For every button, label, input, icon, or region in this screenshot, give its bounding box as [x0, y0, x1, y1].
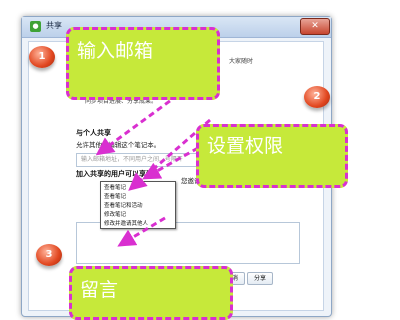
step-marker-3: 3: [36, 244, 62, 266]
arrow-email: [95, 93, 179, 156]
step-marker-2: 2: [304, 86, 330, 108]
callout-message: 留言: [69, 266, 233, 320]
callout-message-text: 留言: [80, 279, 119, 301]
callout-permission-text: 设置权限: [207, 135, 284, 157]
step-marker-1: 1: [29, 46, 55, 68]
callout-email: 输入邮箱: [66, 27, 220, 100]
arrow-message: [117, 216, 166, 247]
callout-email-text: 输入邮箱: [77, 40, 154, 62]
arrow-permission: [142, 146, 199, 180]
callout-permission: 设置权限: [196, 124, 348, 188]
